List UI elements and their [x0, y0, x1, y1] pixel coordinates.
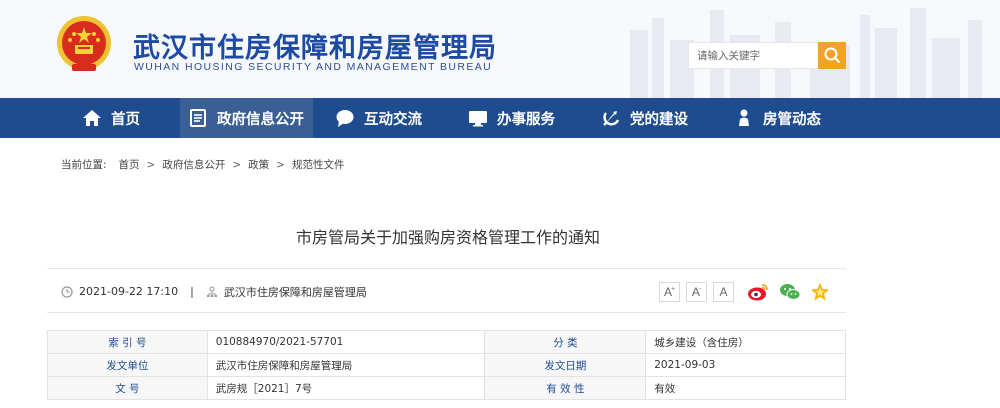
breadcrumb: 当前位置: 首页 > 政府信息公开 > 政策 > 规范性文件 — [61, 157, 344, 172]
favorite-star-icon[interactable] — [809, 282, 831, 302]
nav-label: 党的建设 — [630, 111, 688, 128]
person-icon — [739, 109, 749, 126]
organization-icon — [206, 286, 217, 297]
wechat-share-icon[interactable] — [779, 282, 801, 302]
breadcrumb-item-gov-info[interactable]: 政府信息公开 — [162, 157, 225, 172]
article-source: 武汉市住房保障和房屋管理局 — [223, 285, 367, 299]
breadcrumb-separator: > — [232, 158, 242, 171]
value-validity: 有效 — [645, 376, 846, 400]
chat-icon — [336, 110, 354, 127]
search-icon — [824, 47, 840, 63]
value-issuing-unit: 武汉市住房保障和房屋管理局 — [206, 353, 486, 377]
value-category: 城乡建设（含住房） — [645, 330, 846, 354]
search-box — [688, 42, 846, 69]
national-emblem-logo — [57, 16, 111, 71]
site-title: 武汉市住房保障和房屋管理局 — [133, 33, 497, 64]
table-row: 索 引 号 010884970/2021-57701 分 类 城乡建设（含住房） — [47, 330, 846, 354]
search-input[interactable] — [689, 43, 817, 68]
nav-item-gov-info[interactable]: 政府信息公开 — [180, 98, 313, 138]
breadcrumb-item-policy[interactable]: 政策 — [248, 157, 269, 172]
nav-label: 首页 — [111, 111, 140, 128]
breadcrumb-item-normative-docs[interactable]: 规范性文件 — [292, 157, 345, 172]
value-document-number: 武房规［2021］7号 — [206, 376, 486, 400]
breadcrumb-lead: 当前位置: — [61, 159, 107, 171]
nav-item-home[interactable]: 首页 — [82, 98, 140, 138]
main-nav: 首页 政府信息公开 互动交流 办事服务 党的建设 房管动态 — [0, 98, 1000, 138]
label-validity: 有 效 性 — [484, 376, 647, 400]
label-issuing-unit: 发文单位 — [47, 353, 208, 377]
font-decrease-button[interactable]: A- — [686, 282, 707, 302]
nav-label: 房管动态 — [763, 111, 821, 128]
clock-icon — [61, 285, 73, 298]
document-icon — [190, 109, 206, 127]
label-category: 分 类 — [484, 330, 647, 354]
nav-item-interaction[interactable]: 互动交流 — [335, 98, 422, 138]
meta-divider: | — [190, 285, 194, 298]
publish-datetime: 2021-09-22 17:10 — [79, 285, 179, 298]
site-subtitle: WUHAN HOUSING SECURITY AND MANAGEMENT BU… — [134, 61, 493, 73]
article-title: 市房管局关于加强购房资格管理工作的通知 — [295, 228, 600, 247]
breadcrumb-item-home[interactable]: 首页 — [119, 157, 140, 172]
label-index-number: 索 引 号 — [47, 330, 208, 354]
nav-item-party[interactable]: 党的建设 — [601, 98, 688, 138]
article-meta: 2021-09-22 17:10 | 武汉市住房保障和房屋管理局 — [61, 269, 367, 314]
font-increase-button[interactable]: A + — [659, 282, 680, 302]
label-issue-date: 发文日期 — [484, 353, 647, 377]
nav-item-news[interactable]: 房管动态 — [734, 98, 821, 138]
breadcrumb-separator: > — [146, 158, 156, 171]
nav-label: 政府信息公开 — [217, 111, 304, 128]
label-document-number: 文 号 — [47, 376, 208, 400]
party-emblem-icon — [603, 111, 620, 126]
site-header: 武汉市住房保障和房屋管理局 WUHAN HOUSING SECURITY AND… — [0, 0, 1000, 98]
monitor-icon — [469, 111, 487, 127]
value-issue-date: 2021-09-03 — [645, 353, 846, 377]
font-default-button[interactable]: A — [713, 282, 734, 302]
table-row: 发文单位 武汉市住房保障和房屋管理局 发文日期 2021-09-03 — [47, 353, 846, 377]
value-index-number: 010884970/2021-57701 — [206, 330, 486, 354]
weibo-share-icon[interactable] — [747, 282, 769, 302]
nav-item-services[interactable]: 办事服务 — [468, 98, 555, 138]
nav-label: 互动交流 — [364, 111, 422, 128]
nav-label: 办事服务 — [497, 111, 555, 128]
table-row: 文 号 武房规［2021］7号 有 效 性 有效 — [47, 376, 846, 400]
home-icon — [83, 110, 101, 126]
article-meta-bar: 2021-09-22 17:10 | 武汉市住房保障和房屋管理局 A + A- A — [47, 268, 846, 313]
font-size-controls: A + A- A — [659, 282, 740, 302]
breadcrumb-separator: > — [276, 158, 285, 171]
search-button[interactable] — [818, 42, 846, 69]
document-info-table: 索 引 号 010884970/2021-57701 分 类 城乡建设（含住房）… — [47, 330, 846, 400]
